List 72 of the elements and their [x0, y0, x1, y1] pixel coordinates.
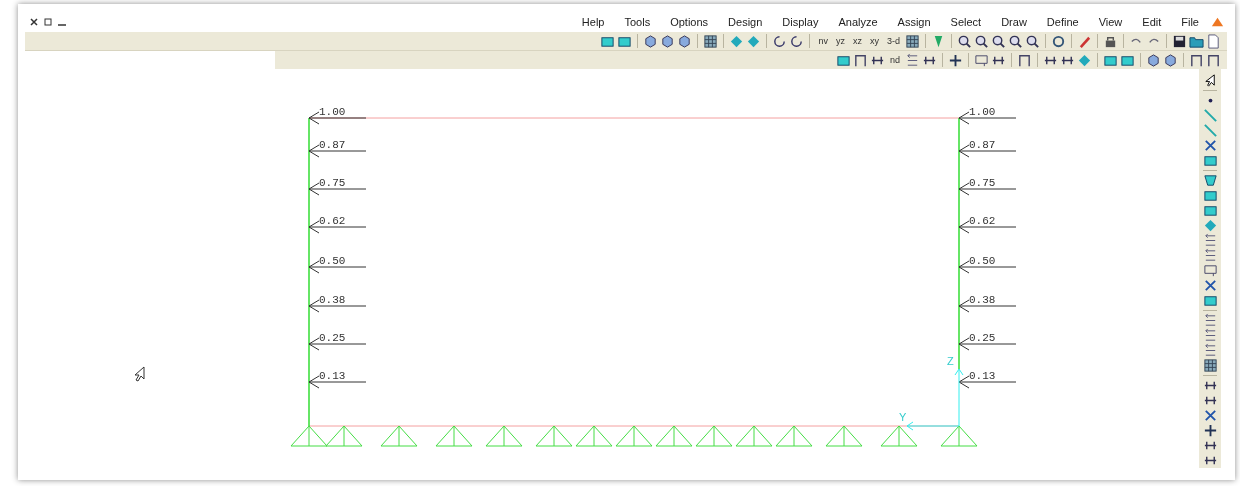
- menu-item[interactable]: Draw: [992, 16, 1036, 28]
- rectangle-icon[interactable]: [1202, 203, 1218, 218]
- plus-icon[interactable]: [1202, 423, 1218, 438]
- grid-icon[interactable]: [905, 33, 920, 49]
- load-value: 0.75: [319, 177, 346, 189]
- menu-item[interactable]: File: [1172, 16, 1208, 28]
- menu-item[interactable]: Select: [941, 16, 991, 28]
- load-value: 0.25: [319, 332, 346, 344]
- rectangle-icon[interactable]: [1202, 293, 1218, 308]
- new-file-icon[interactable]: [1206, 33, 1221, 49]
- view-button[interactable]: yz: [833, 36, 848, 46]
- arrows-icon[interactable]: [1202, 233, 1218, 248]
- pointer-icon[interactable]: [1202, 73, 1218, 88]
- load-value: 0.13: [319, 370, 346, 382]
- frame-icon[interactable]: [1017, 52, 1032, 68]
- load-value: 0.62: [319, 215, 346, 227]
- cross-icon[interactable]: [1202, 278, 1218, 293]
- zoom-icon[interactable]: [1025, 33, 1040, 49]
- cross-icon[interactable]: [1202, 408, 1218, 423]
- arrows-icon[interactable]: [1202, 313, 1218, 328]
- cursor-icon: [134, 366, 145, 382]
- zoom-icon[interactable]: [957, 33, 972, 49]
- menu-item[interactable]: Edit: [1133, 16, 1171, 28]
- load-value: 0.50: [319, 255, 346, 267]
- load-value: 0.25: [969, 332, 996, 344]
- zoom-icon[interactable]: [974, 33, 989, 49]
- rotate-icon[interactable]: [772, 33, 788, 49]
- load-value: 1.00: [319, 106, 346, 118]
- menu-item[interactable]: Help: [572, 16, 614, 28]
- grid-icon[interactable]: [703, 33, 719, 49]
- zoom-out-icon[interactable]: [991, 33, 1006, 49]
- polygon-icon[interactable]: [1202, 173, 1218, 188]
- view-button[interactable]: 3-d: [884, 36, 903, 46]
- arrows-icon[interactable]: [905, 52, 920, 68]
- zoom-in-icon[interactable]: [1008, 33, 1023, 49]
- load-value: 1.00: [969, 106, 996, 118]
- menu-item[interactable]: Tools: [615, 16, 660, 28]
- load-value: 0.38: [969, 294, 996, 306]
- restore-icon[interactable]: [42, 17, 54, 27]
- view-button[interactable]: xy: [867, 36, 882, 46]
- arrows-icon[interactable]: [1202, 343, 1218, 358]
- toolbar-text-button[interactable]: nd: [887, 55, 903, 65]
- menu-item[interactable]: Options: [661, 16, 718, 28]
- frame-icon[interactable]: [1189, 52, 1204, 68]
- load-value: 0.62: [969, 215, 996, 227]
- load-value: 0.87: [319, 139, 346, 151]
- view-button[interactable]: nv: [815, 36, 831, 46]
- menu-item[interactable]: Define: [1037, 16, 1088, 28]
- frame-icon[interactable]: [1206, 52, 1221, 68]
- load-value: 0.38: [319, 294, 346, 306]
- rectangle-icon[interactable]: [1202, 188, 1218, 203]
- load-value: 0.50: [969, 255, 996, 267]
- grid-icon[interactable]: [1202, 358, 1218, 373]
- close-icon[interactable]: [28, 17, 40, 27]
- rotate-icon[interactable]: [789, 33, 805, 49]
- menu-item[interactable]: Assign: [888, 16, 940, 28]
- rectangle-icon[interactable]: [1202, 153, 1218, 168]
- cross-icon[interactable]: [1202, 138, 1218, 153]
- load-value: 0.13: [969, 370, 996, 382]
- arrows-icon[interactable]: [1202, 328, 1218, 343]
- menu-item[interactable]: Design: [719, 16, 772, 28]
- frame-icon[interactable]: [853, 52, 868, 68]
- load-value: 0.87: [969, 139, 996, 151]
- view-button[interactable]: xz: [850, 36, 865, 46]
- axis-label: Y: [899, 411, 907, 423]
- menu-item[interactable]: Display: [773, 16, 828, 28]
- plus-icon[interactable]: [948, 52, 963, 68]
- load-value: 0.75: [969, 177, 996, 189]
- axis-label: Z: [947, 355, 954, 367]
- menu-item[interactable]: Analyze: [829, 16, 887, 28]
- menu-item[interactable]: View: [1089, 16, 1132, 28]
- arrows-icon[interactable]: [1202, 248, 1218, 263]
